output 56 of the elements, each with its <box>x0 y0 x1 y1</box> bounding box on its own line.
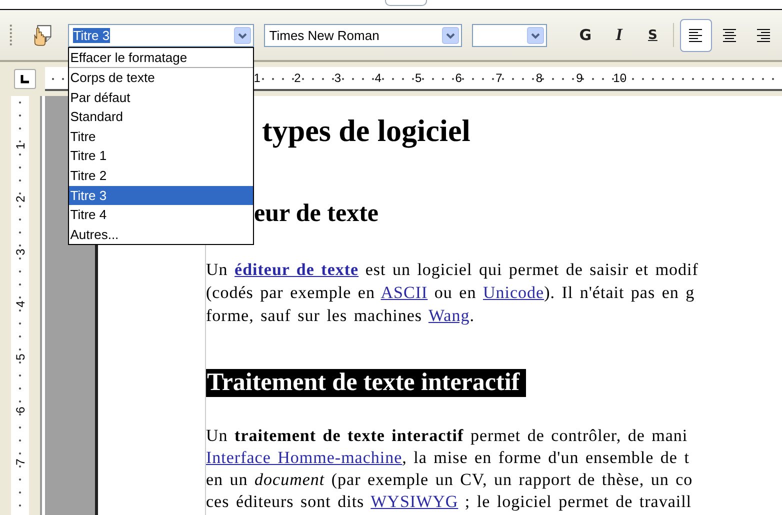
ruler-number: 9 <box>575 72 584 84</box>
paragraph-line: Un traitement de texte interactif permet de contrôler, de mani <box>206 425 689 447</box>
ruler-number: 3 <box>333 72 342 84</box>
style-option[interactable]: Effacer le formatage <box>69 48 254 68</box>
paragraph-line: (codés par exemple en ASCII ou en Unicode). Il n'était pas en g <box>206 282 696 304</box>
style-option[interactable]: Autres... <box>69 224 254 244</box>
style-option[interactable]: Standard <box>69 107 254 127</box>
grip-handle[interactable] <box>9 24 13 46</box>
ruler-number: 4 <box>374 72 382 84</box>
ruler-number: 6 <box>454 72 463 84</box>
font-combo[interactable]: Times New Roman <box>264 24 462 46</box>
paragraph-line: ces éditeurs sont dits WYSIWYG ; le logiciel permet de travaill <box>206 491 693 513</box>
ruler-number: 3 <box>14 248 26 256</box>
heading: types de logiciel <box>261 115 472 147</box>
size-combo[interactable] <box>472 24 548 46</box>
vertical-ruler[interactable]: 1 2 3 4 5 6 7 <box>11 96 29 515</box>
style-option[interactable]: Corps de texte <box>69 68 254 88</box>
align-left-button[interactable] <box>680 18 712 52</box>
style-option[interactable]: Titre 2 <box>69 166 254 186</box>
align-right-icon <box>757 28 770 42</box>
heading: Traitement de texte interactif <box>206 369 526 397</box>
underline-button[interactable]: S <box>642 23 664 47</box>
paragraph-line: en un document (par exemple un CV, un rapport de thèse, un co <box>206 469 694 491</box>
ruler-number: 5 <box>14 354 26 360</box>
ruler-number: 7 <box>494 72 504 84</box>
style-option[interactable]: Titre 1 <box>69 146 254 166</box>
style-option[interactable]: Titre 3 <box>69 186 254 206</box>
tab-stop-icon <box>20 74 30 84</box>
link[interactable]: Wang <box>428 306 470 325</box>
ruler-number: 4 <box>14 301 26 308</box>
link[interactable]: ASCII <box>380 283 428 302</box>
style-option[interactable]: Titre <box>69 126 254 146</box>
ruler-number: 1 <box>252 72 262 84</box>
link[interactable]: WYSIWYG <box>370 492 458 511</box>
paragraph-line: forme, sauf sur les machines Wang. <box>206 305 476 327</box>
link[interactable]: Interface Homme-machine <box>206 448 402 467</box>
ruler-number: 7 <box>14 459 26 466</box>
link[interactable]: Unicode <box>482 283 544 302</box>
ruler-number: 1 <box>14 143 26 150</box>
ruler-number: 10 <box>612 72 628 84</box>
style-option[interactable]: Titre 4 <box>69 205 254 225</box>
paragraph-line: Un éditeur de texte est un logiciel qui permet de saisir et modif <box>206 259 700 281</box>
link[interactable]: éditeur de texte <box>234 260 359 279</box>
ruler-number: 2 <box>293 72 302 84</box>
bold-button[interactable]: G <box>575 23 596 47</box>
ruler-number: 5 <box>414 72 423 84</box>
style-combo[interactable]: Titre 3 <box>68 24 254 46</box>
align-left-icon <box>689 28 702 42</box>
heading: eur de texte <box>253 200 380 228</box>
tab-stop-button[interactable] <box>14 69 36 89</box>
italic-button[interactable]: I <box>608 23 630 47</box>
ruler-number: 2 <box>14 196 26 202</box>
align-center-icon <box>723 28 736 42</box>
paragraph-line: Interface Homme-machine, la mise en forme d'un ensemble de t <box>206 447 690 469</box>
ruler-number: 6 <box>14 406 26 414</box>
ruler-number: 8 <box>534 72 544 84</box>
